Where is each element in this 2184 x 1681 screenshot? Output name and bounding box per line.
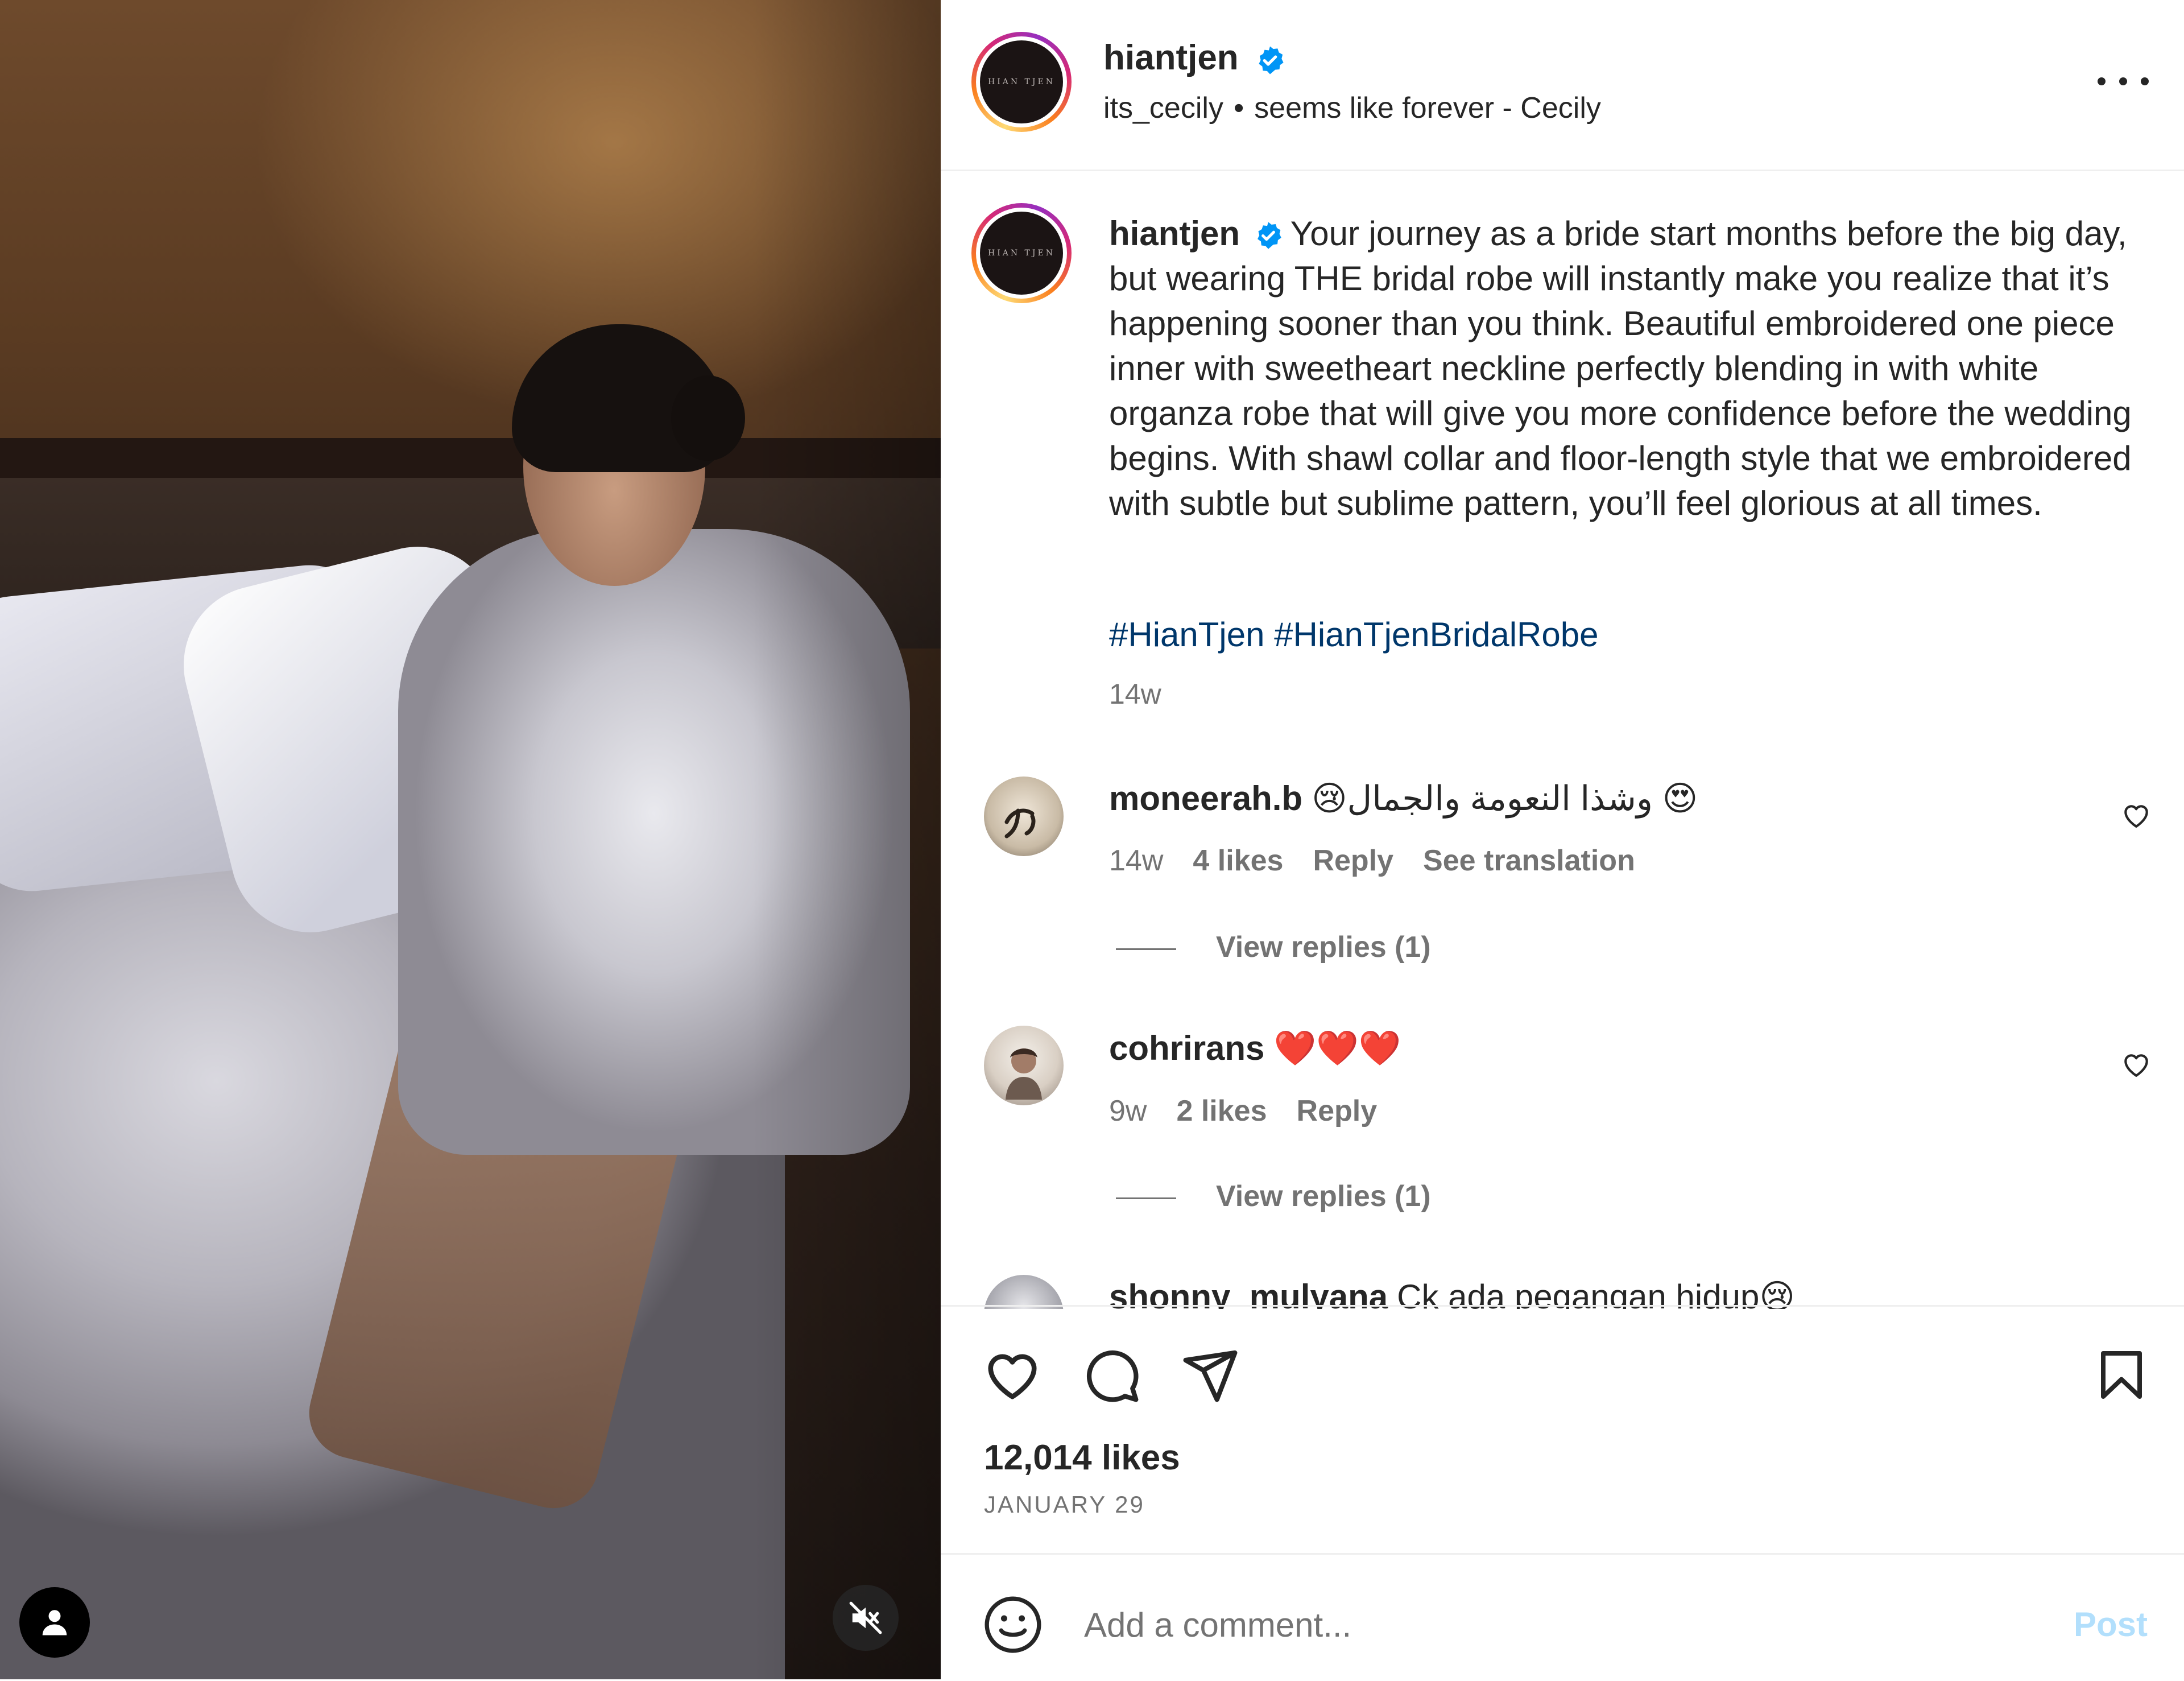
view-replies-label: View replies (1) (1216, 931, 1431, 964)
post-panel: HIAN TJEN hiantjen its_cecily • seems like… (941, 0, 2184, 1679)
comment-time[interactable]: 14w (1109, 844, 1163, 877)
comment-username[interactable]: cohrirans (1109, 1029, 1264, 1067)
author-logo: HIAN TJEN (980, 40, 1063, 123)
comment-icon (1087, 1350, 1139, 1402)
portrait-avatar-art (1006, 1048, 1042, 1100)
share-button[interactable] (1178, 1343, 1242, 1407)
commenter-avatar[interactable] (984, 1026, 1064, 1105)
heart-icon (2124, 1054, 2148, 1077)
caption-text: Your journey as a bride start months bef… (1109, 214, 2132, 522)
audio-attribution: its_cecily • seems like forever - Cecily (1103, 91, 1601, 125)
author-avatar[interactable]: HIAN TJEN (971, 32, 1072, 132)
heart-icon (988, 1354, 1037, 1399)
comment-text: 😢وشذا النعومة والجمال 😍 (1312, 779, 1698, 817)
emoji-button[interactable] (982, 1593, 1044, 1656)
comment-text: Ck ada pegangan hidup😢 (1397, 1278, 1795, 1309)
caption-username[interactable]: hiantjen (1109, 214, 1240, 253)
heart-icon (2124, 805, 2148, 828)
verified-badge-icon (1257, 222, 1281, 249)
see-translation-button[interactable]: See translation (1423, 844, 1635, 877)
comment-body: cohrirans ❤️❤️❤️ (1109, 1028, 1401, 1068)
comment-time[interactable]: 9w (1109, 1094, 1147, 1127)
save-button[interactable] (2090, 1343, 2153, 1407)
calligraphy-avatar-art (1004, 808, 1036, 839)
replies-divider (1116, 948, 1176, 950)
caption: hiantjen Your journey as a bride start m… (1109, 211, 2144, 526)
post-comment-button[interactable]: Post (2074, 1605, 2148, 1644)
like-comment-button[interactable] (2120, 1048, 2152, 1083)
audio-toggle-button[interactable] (833, 1585, 899, 1651)
post-header: HIAN TJEN hiantjen its_cecily • seems like… (941, 0, 2184, 171)
replies-divider (1116, 1197, 1176, 1199)
caption-hashtags[interactable]: #HianTjen #HianTjenBridalRobe (1109, 615, 1598, 654)
post-date: JANUARY 29 (984, 1491, 1145, 1518)
video-shade (0, 0, 941, 1679)
muted-speaker-icon (849, 1601, 882, 1634)
commenter-avatar[interactable] (984, 1275, 1064, 1309)
view-replies-label: View replies (1) (1216, 1180, 1431, 1213)
verified-badge-icon (1259, 46, 1284, 75)
audio-separator: • (1233, 92, 1244, 125)
comment-input[interactable] (1083, 1596, 1938, 1654)
comment-username[interactable]: shonny_mulyana (1109, 1278, 1388, 1309)
share-icon (1183, 1350, 1238, 1402)
reply-button[interactable]: Reply (1297, 1094, 1378, 1127)
comment-composer: Post (941, 1553, 2184, 1681)
comment-text: ❤️❤️❤️ (1273, 1029, 1401, 1067)
comment-button[interactable] (1079, 1343, 1143, 1407)
more-options-icon[interactable] (2098, 67, 2149, 96)
caption-author-avatar[interactable]: HIAN TJEN (971, 203, 1072, 303)
like-button[interactable] (981, 1343, 1044, 1407)
like-comment-button[interactable] (2120, 799, 2152, 834)
comment-likes[interactable]: 2 likes (1176, 1094, 1267, 1127)
audio-track-link[interactable]: seems like forever - Cecily (1254, 92, 1601, 125)
post-video[interactable] (0, 0, 941, 1679)
comments-scroll-area[interactable]: HIAN TJEN hiantjen Your journey as a bri… (941, 171, 2184, 1309)
comment-meta: 9w 2 likes Reply (1109, 1094, 1407, 1128)
view-replies-button[interactable]: View replies (1) (1116, 930, 1431, 964)
commenter-avatar[interactable] (984, 777, 1064, 856)
caption-author-logo: HIAN TJEN (980, 212, 1063, 295)
bookmark-icon (2101, 1351, 2142, 1399)
emoji-icon (985, 1596, 1041, 1653)
audio-user-link[interactable]: its_cecily (1103, 92, 1223, 125)
comment-likes[interactable]: 4 likes (1193, 844, 1283, 877)
likes-count[interactable]: 12,014 likes (984, 1438, 1180, 1478)
author-username[interactable]: hiantjen (1103, 38, 1239, 77)
caption-timestamp[interactable]: 14w (1109, 678, 1161, 711)
tagged-users-button[interactable] (19, 1587, 90, 1658)
comment-meta: 14w 4 likes Reply See translation (1109, 844, 1665, 878)
comment-body: shonny_mulyana Ck ada pegangan hidup😢 (1109, 1277, 1795, 1309)
comment-body: moneerah.b 😢وشذا النعومة والجمال 😍 (1109, 779, 1698, 819)
user-icon (42, 1610, 67, 1635)
reply-button[interactable]: Reply (1313, 844, 1393, 877)
view-replies-button[interactable]: View replies (1) (1116, 1179, 1431, 1213)
post-actions: 12,014 likes JANUARY 29 (941, 1305, 2184, 1551)
author-name-row: hiantjen (1103, 38, 1286, 78)
comment-username[interactable]: moneerah.b (1109, 779, 1302, 817)
